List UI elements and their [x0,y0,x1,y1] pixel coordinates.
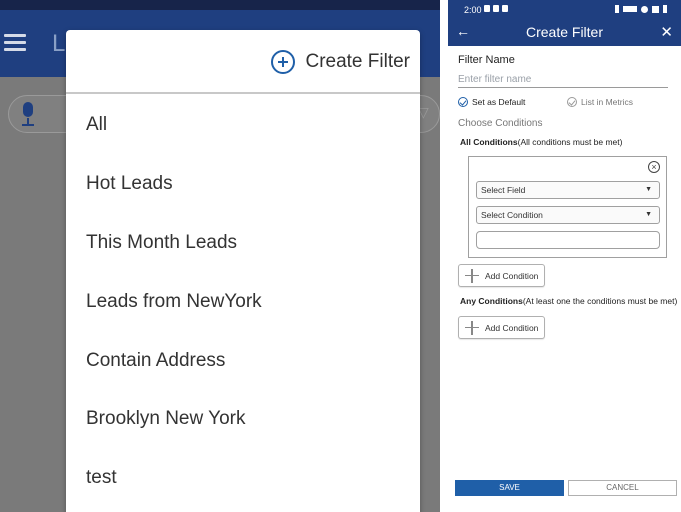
filter-name-label: Filter Name [458,54,515,66]
bluetooth-icon [615,5,619,13]
any-conditions-title: Any Conditions [460,296,523,306]
remove-condition-icon[interactable]: × [648,161,660,173]
plus-icon [465,268,479,283]
save-button[interactable]: SAVE [455,480,564,496]
any-conditions-heading: Any Conditions(At least one the conditio… [460,296,677,306]
filter-sheet-header: Create Filter [66,30,420,94]
create-filter-header: ← Create Filter ✕ [448,20,681,46]
condition-value-input[interactable] [476,231,660,249]
add-circle-icon [271,50,296,74]
list-in-metrics-checkbox[interactable]: List in Metrics [567,97,633,107]
create-filter-screen: 2:00 ← Create Filter ✕ Filter Name Set a… [448,0,681,512]
chevron-down-icon: ▼ [645,211,652,218]
plus-icon [465,320,479,335]
filter-item-all[interactable]: All [66,96,420,155]
add-condition-label: Add Condition [485,270,539,281]
signal-icon [652,5,659,13]
cancel-button[interactable]: CANCEL [568,480,677,496]
chevron-down-icon: ▼ [645,186,652,193]
microphone-icon[interactable] [18,100,38,128]
create-filter-label: Create Filter [305,51,410,72]
select-field-dropdown[interactable]: Select Field ▼ [476,181,660,199]
filter-item-brooklyn-new-york[interactable]: Brooklyn New York [66,390,420,449]
page-title: Create Filter [525,24,604,40]
choose-conditions-label: Choose Conditions [458,118,543,129]
status-time: 2:00 [464,5,482,15]
filter-item-test[interactable]: test [66,449,420,508]
create-filter-button[interactable]: Create Filter [271,48,410,76]
add-any-condition-button[interactable]: Add Condition [458,316,545,339]
add-condition-label: Add Condition [485,322,539,333]
filter-name-input[interactable] [458,72,668,88]
screenshot-root: Le ▽ Create Filter All Hot Leads This Mo… [0,0,681,512]
notification-icons [484,5,508,12]
check-circle-icon [567,97,577,107]
list-in-metrics-label: List in Metrics [581,97,633,107]
filter-list-screen: Le ▽ Create Filter All Hot Leads This Mo… [0,0,440,512]
all-conditions-heading: All Conditions(All conditions must be me… [460,137,622,147]
all-conditions-hint: (All conditions must be met) [517,137,623,147]
set-as-default-checkbox[interactable]: Set as Default [458,97,525,107]
volte-icon [623,6,637,12]
status-bar: 2:00 [448,0,681,20]
wifi-icon [641,5,648,13]
any-conditions-hint: (At least one the conditions must be met… [522,296,678,306]
close-icon[interactable]: ✕ [660,23,673,41]
menu-icon[interactable] [4,34,26,52]
status-bar [0,0,440,10]
select-condition-dropdown[interactable]: Select Condition ▼ [476,206,660,224]
select-condition-label: Select Condition [481,210,543,220]
select-field-label: Select Field [481,185,526,195]
filter-list: All Hot Leads This Month Leads Leads fro… [66,96,420,508]
filter-item-hot-leads[interactable]: Hot Leads [66,155,420,214]
check-circle-icon [458,97,468,107]
filter-item-this-month-leads[interactable]: This Month Leads [66,214,420,273]
filter-sheet: Create Filter All Hot Leads This Month L… [66,30,420,512]
condition-card: × Select Field ▼ Select Condition ▼ [468,156,667,258]
filter-item-leads-from-newyork[interactable]: Leads from NewYork [66,272,420,331]
all-conditions-title: All Conditions [460,137,518,147]
filter-item-contain-address[interactable]: Contain Address [66,331,420,390]
battery-icon [663,5,667,13]
system-icons [615,5,667,13]
set-as-default-label: Set as Default [472,97,526,107]
add-all-condition-button[interactable]: Add Condition [458,264,545,287]
